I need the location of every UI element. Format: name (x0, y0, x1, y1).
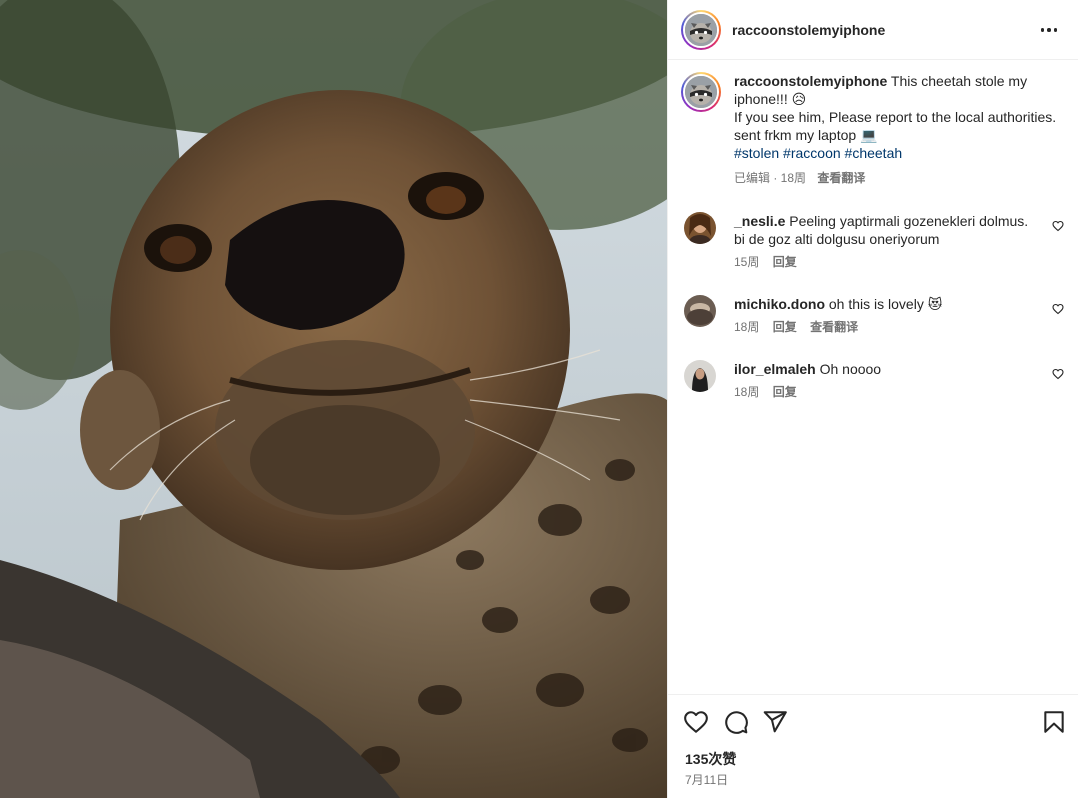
more-options-icon[interactable] (1037, 20, 1061, 40)
comment-text: _nesli.e Peeling yaptirmali gozenekleri … (734, 212, 1032, 248)
hashtag-stolen[interactable]: #stolen (734, 145, 779, 161)
reply-button[interactable]: 回复 (773, 255, 797, 269)
comment-meta: 15周 回复 (734, 254, 1062, 270)
comment-text: michiko.dono oh this is lovely 😻 (734, 295, 1032, 313)
comment-avatar[interactable] (684, 360, 716, 392)
comment-item: _nesli.e Peeling yaptirmali gozenekleri … (684, 212, 1064, 270)
comment-item: michiko.dono oh this is lovely 😻 18周 回复 … (684, 295, 1064, 335)
see-translation-button[interactable]: 查看翻译 (817, 171, 865, 185)
comment-heart-icon[interactable] (1052, 220, 1064, 232)
comment-content: Oh noooo (819, 361, 882, 377)
comment-username[interactable]: michiko.dono (734, 296, 825, 312)
see-translation-button[interactable]: 查看翻译 (810, 320, 858, 334)
comments-list: raccoonstolemyiphone This cheetah stole … (668, 60, 1078, 694)
comment-heart-icon[interactable] (1052, 368, 1064, 380)
cheetah-photo (0, 0, 667, 798)
caption-meta: 已编辑 · 18周 查看翻译 (734, 170, 1066, 186)
caption-line-3: sent frkm my laptop 💻 (734, 127, 878, 143)
comment-meta: 18周 回复 (734, 384, 1062, 400)
caption-text: raccoonstolemyiphone This cheetah stole … (734, 72, 1066, 186)
likes-count[interactable]: 135次赞 (685, 749, 736, 769)
post-photo[interactable] (0, 0, 667, 798)
post-detail-panel: raccoonstolemyiphone raccoonstolemyiphon… (667, 0, 1080, 798)
send-icon[interactable] (762, 709, 788, 735)
hashtag-cheetah[interactable]: #cheetah (845, 145, 903, 161)
comment-text: ilor_elmaleh Oh noooo (734, 360, 1032, 378)
user-avatar-icon (684, 360, 716, 392)
comment-time: 18周 (734, 320, 760, 334)
comment-username[interactable]: _nesli.e (734, 213, 785, 229)
caption-avatar[interactable] (681, 72, 721, 112)
reply-button[interactable]: 回复 (773, 320, 797, 334)
comment-avatar[interactable] (684, 212, 716, 244)
raccoon-avatar-icon (685, 76, 717, 108)
post-caption: raccoonstolemyiphone This cheetah stole … (681, 72, 1066, 186)
comment-time: 18周 (734, 385, 760, 399)
comment-content: oh this is lovely 😻 (828, 296, 943, 312)
raccoon-avatar-icon (685, 13, 717, 46)
author-username[interactable]: raccoonstolemyiphone (732, 22, 885, 38)
author-avatar[interactable] (681, 9, 721, 50)
hashtag-raccoon[interactable]: #raccoon (783, 145, 841, 161)
comment-time: 15周 (734, 255, 760, 269)
user-avatar-icon (684, 295, 716, 327)
post-actions: 135次赞 7月11日 (668, 694, 1078, 798)
user-avatar-icon (684, 212, 716, 244)
comment-item: ilor_elmaleh Oh noooo 18周 回复 (684, 360, 1064, 400)
comment-username[interactable]: ilor_elmaleh (734, 361, 816, 377)
caption-hashtags: #stolen #raccoon #cheetah (734, 145, 902, 161)
caption-edited: 已编辑 · 18周 (734, 171, 807, 185)
comment-avatar[interactable] (684, 295, 716, 327)
comment-meta: 18周 回复 查看翻译 (734, 319, 1062, 335)
caption-line-2: If you see him, Please report to the loc… (734, 109, 1057, 125)
bookmark-icon[interactable] (1041, 709, 1067, 735)
post-date: 7月11日 (685, 773, 729, 787)
comment-heart-icon[interactable] (1052, 303, 1064, 315)
comment-icon[interactable] (723, 709, 749, 735)
reply-button[interactable]: 回复 (773, 385, 797, 399)
post-header: raccoonstolemyiphone (668, 0, 1078, 60)
heart-icon[interactable] (683, 709, 709, 735)
caption-username[interactable]: raccoonstolemyiphone (734, 73, 887, 89)
